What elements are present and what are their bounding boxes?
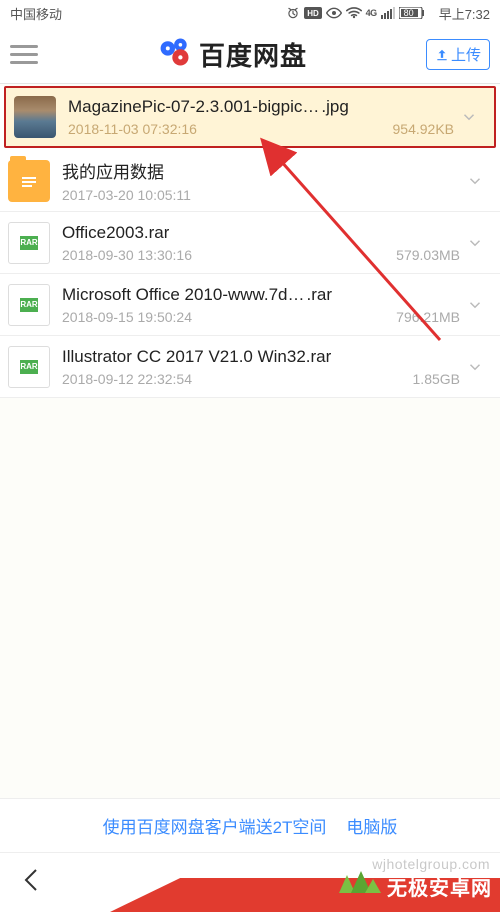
file-size: 579.03MB	[396, 247, 460, 263]
file-name: 我的应用数据	[62, 158, 460, 183]
expand-button[interactable]	[460, 358, 490, 376]
file-info: Illustrator CC 2017 V21.0 Win32.rar 2018-…	[62, 347, 460, 387]
promo-bar: 使用百度网盘客户端送2T空间 电脑版	[0, 798, 500, 852]
file-date: 2018-09-12 22:32:54	[62, 371, 192, 387]
chevron-down-icon	[466, 172, 484, 190]
status-bar: 中国移动 HD 4G 80 早上7:32	[0, 0, 500, 26]
battery-icon: 80	[399, 7, 435, 19]
file-name: Office2003.rar	[62, 223, 460, 243]
expand-button[interactable]	[454, 108, 484, 126]
file-name: Microsoft Office 2010-www.7d….rar	[62, 285, 460, 305]
file-info: Office2003.rar 2018-09-30 13:30:16 579.03M…	[62, 223, 460, 263]
file-info: MagazinePic-07-2.3.001-bigpic….jpg 2018-1…	[68, 97, 454, 137]
file-row[interactable]: RAR Office2003.rar 2018-09-30 13:30:16 579.…	[0, 212, 500, 274]
file-date: 2018-09-15 19:50:24	[62, 309, 192, 325]
file-row[interactable]: 我的应用数据 2017-03-20 10:05:11	[0, 150, 500, 212]
archive-icon: RAR	[8, 284, 50, 326]
file-size: 1.85GB	[413, 371, 460, 387]
file-date: 2017-03-20 10:05:11	[62, 187, 191, 203]
upload-button[interactable]: 上传	[426, 39, 490, 70]
expand-button[interactable]	[460, 172, 490, 190]
eye-icon	[326, 7, 342, 19]
baidu-pan-logo-icon	[157, 34, 193, 75]
wifi-icon	[346, 7, 362, 19]
menu-button[interactable]	[10, 45, 38, 64]
promo-client-link[interactable]: 使用百度网盘客户端送2T空间	[103, 813, 327, 838]
chevron-down-icon	[466, 358, 484, 376]
expand-button[interactable]	[460, 296, 490, 314]
back-button[interactable]	[22, 866, 42, 899]
expand-button[interactable]	[460, 234, 490, 252]
archive-icon: RAR	[8, 222, 50, 264]
chevron-down-icon	[460, 108, 478, 126]
file-list: MagazinePic-07-2.3.001-bigpic….jpg 2018-1…	[0, 86, 500, 398]
hd-icon: HD	[304, 7, 322, 19]
file-info: 我的应用数据 2017-03-20 10:05:11	[62, 158, 460, 203]
file-row[interactable]: RAR Illustrator CC 2017 V21.0 Win32.rar 20…	[0, 336, 500, 398]
file-size: 954.92KB	[393, 121, 455, 137]
app-title: 百度网盘	[199, 36, 307, 73]
promo-pc-link[interactable]: 电脑版	[346, 813, 397, 838]
file-name: MagazinePic-07-2.3.001-bigpic….jpg	[68, 97, 454, 117]
app-header: 百度网盘 上传	[0, 26, 500, 84]
archive-icon: RAR	[8, 346, 50, 388]
folder-icon	[8, 160, 50, 202]
file-date: 2018-09-30 13:30:16	[62, 247, 192, 263]
chevron-down-icon	[466, 234, 484, 252]
file-info: Microsoft Office 2010-www.7d….rar 2018-09…	[62, 285, 460, 325]
clock-label: 早上7:32	[439, 4, 490, 23]
file-name: Illustrator CC 2017 V21.0 Win32.rar	[62, 347, 460, 367]
file-row[interactable]: RAR Microsoft Office 2010-www.7d….rar 2018…	[0, 274, 500, 336]
upload-label: 上传	[451, 44, 481, 65]
svg-text:HD: HD	[307, 9, 319, 18]
image-thumb-icon	[14, 96, 56, 138]
alarm-icon	[286, 6, 300, 20]
brand: 百度网盘	[38, 34, 426, 75]
signal-4g: 4G	[366, 8, 377, 18]
file-date: 2018-11-03 07:32:16	[68, 121, 197, 137]
signal-bars-icon	[381, 7, 395, 19]
carrier-label: 中国移动	[10, 4, 62, 23]
upload-icon	[435, 48, 449, 62]
chevron-down-icon	[466, 296, 484, 314]
file-size: 796.21MB	[396, 309, 460, 325]
bottom-nav	[0, 852, 500, 912]
file-row[interactable]: MagazinePic-07-2.3.001-bigpic….jpg 2018-1…	[4, 86, 496, 148]
